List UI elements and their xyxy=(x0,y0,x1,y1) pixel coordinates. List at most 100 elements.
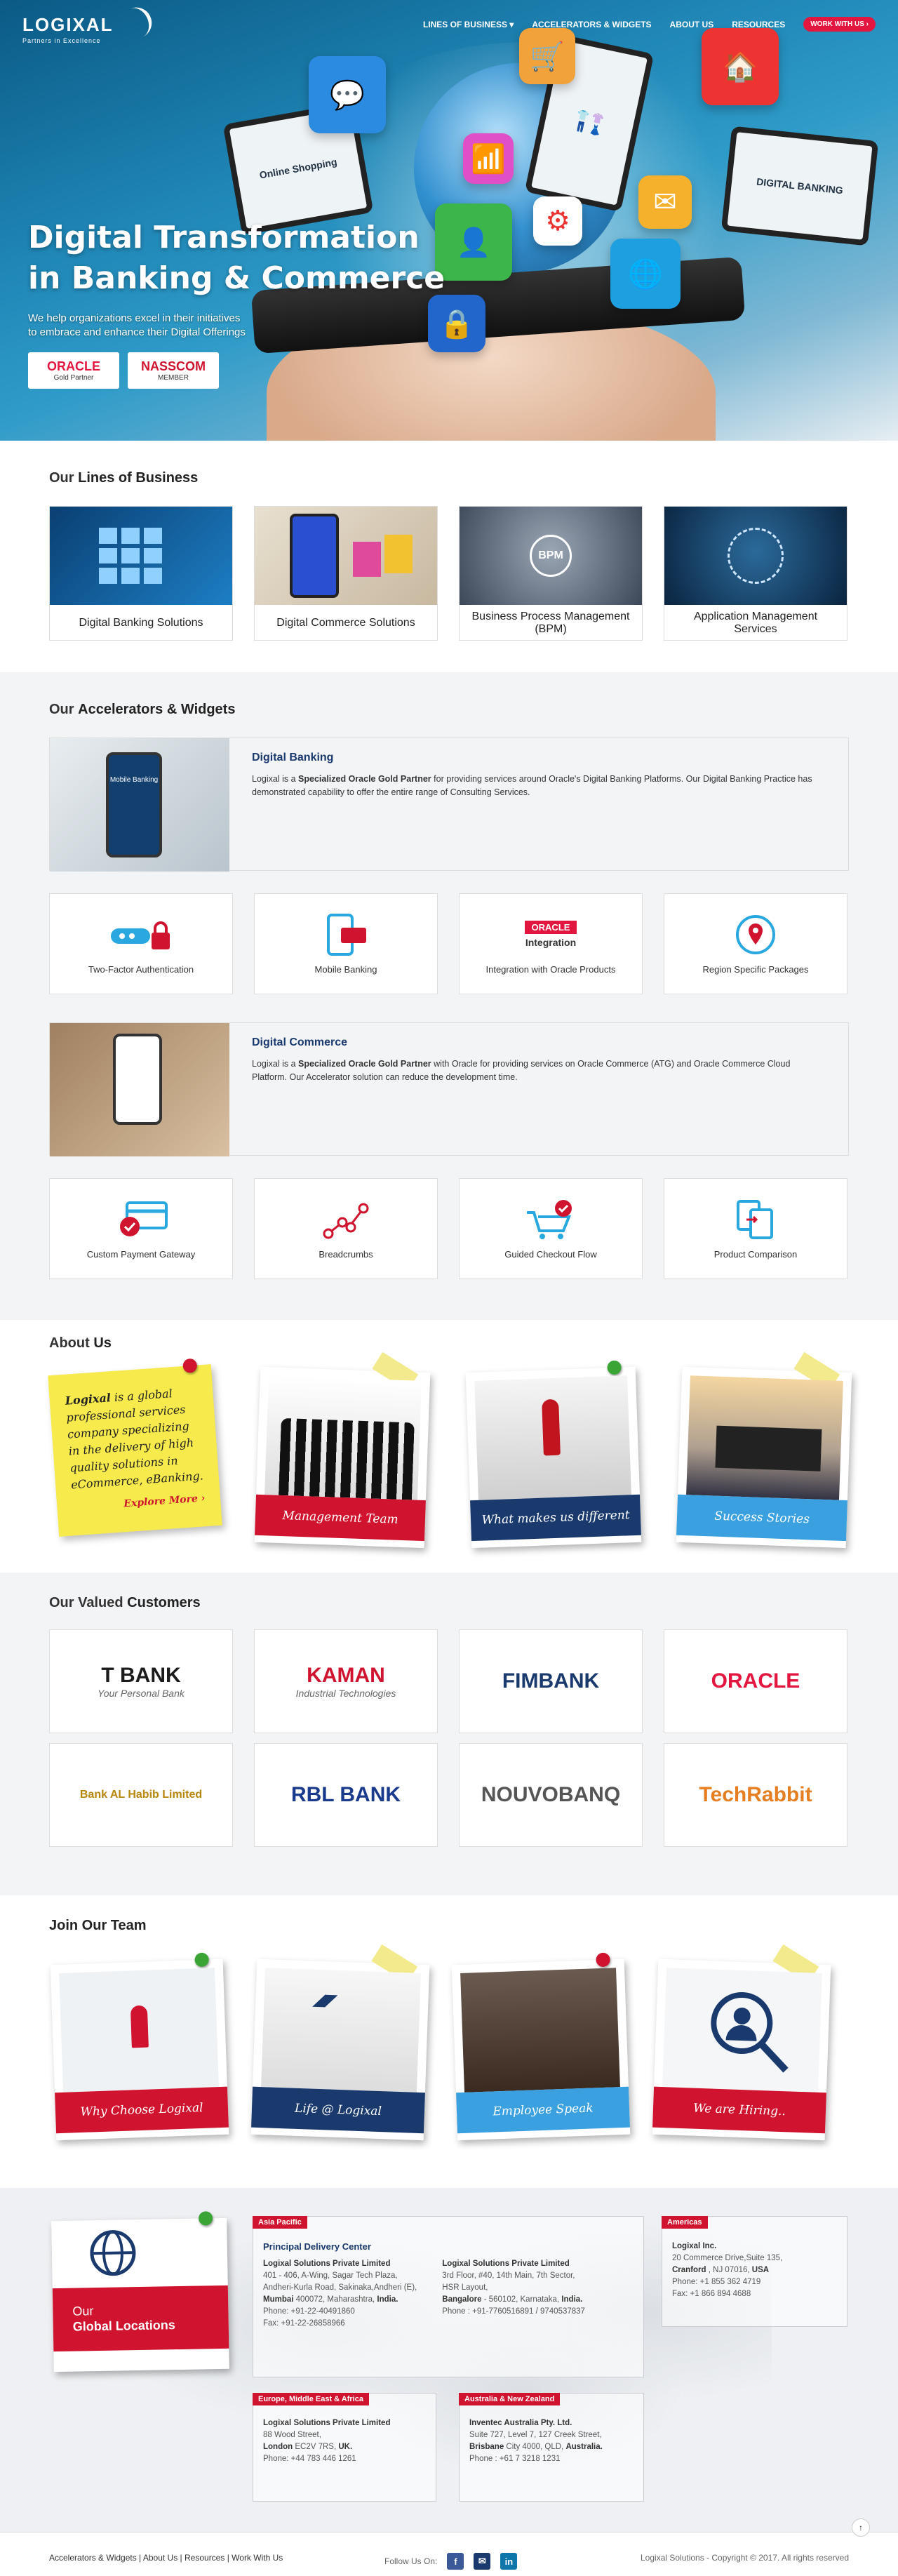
pushpin-icon xyxy=(596,1952,610,1968)
nav-resources[interactable]: RESOURCES xyxy=(732,20,785,29)
lob-card-digital-commerce[interactable]: Digital Commerce Solutions xyxy=(254,506,438,641)
about-section: About Us Logixal is a global professiona… xyxy=(0,1320,898,1573)
work-with-us-button[interactable]: WORK WITH US › xyxy=(803,17,876,32)
digital-commerce-image xyxy=(255,507,437,605)
mobile-card-icon xyxy=(321,913,370,956)
section-title: About Us xyxy=(49,1335,112,1351)
pushpin-icon xyxy=(607,1360,622,1375)
nav-lines-of-business[interactable]: LINES OF BUSINESS ▾ xyxy=(423,20,514,29)
contact-app-icon: 👤 xyxy=(435,203,512,281)
office-logo-image: ◢◤ xyxy=(261,1968,421,2093)
accelerators-section: Our Accelerators & Widgets Mobile Bankin… xyxy=(0,672,898,1320)
customer-logos-grid: T BANK Your Personal Bank KAMAN Industrial … xyxy=(49,1629,849,1847)
footer-link-accelerators[interactable]: Accelerators & Widgets xyxy=(49,2553,137,2563)
customer-logo: ORACLE xyxy=(664,1629,847,1733)
global-locations-card: Our Global Locations xyxy=(51,2211,229,2373)
pushpin-icon xyxy=(194,1952,209,1968)
copyright-text: Logixal Solutions - Copyright © 2017. Al… xyxy=(641,2553,849,2563)
section-title: Our Accelerators & Widgets xyxy=(49,702,236,717)
customer-logo: NOUVOBANQ xyxy=(459,1743,643,1847)
hiring-magnifier-image xyxy=(662,1968,822,2093)
pushpin-icon xyxy=(198,2211,213,2226)
section-title: Our Lines of Business xyxy=(49,470,199,486)
main-menu: LINES OF BUSINESS ▾ ACCELERATORS & WIDGE… xyxy=(423,17,876,32)
digital-banking-laptop: DIGITAL BANKING xyxy=(721,126,879,246)
oracle-integration-icon: ORACLE Integration xyxy=(524,921,577,948)
widget-product-comparison[interactable]: Product Comparison xyxy=(664,1178,847,1279)
customer-logo: RBL BANK xyxy=(254,1743,438,1847)
digital-commerce-feature: Digital Commerce Logixal is a Specialized… xyxy=(49,1022,849,1156)
digital-banking-feature: Mobile Banking Digital Banking Logixal is… xyxy=(49,738,849,872)
customers-section: Our Valued Customers T BANK Your Personal… xyxy=(0,1573,898,1895)
nav-about-us[interactable]: ABOUT US xyxy=(670,20,714,29)
why-choose-logixal-card[interactable]: Why Choose Logixal xyxy=(50,1952,229,2141)
wifi-app-icon: 📶 xyxy=(463,133,514,184)
lob-card-bpm[interactable]: BPM Business Process Management (BPM) xyxy=(459,506,643,641)
gear-app-icon: ⚙ xyxy=(533,196,582,246)
hero-text: Digital Transformation in Banking & Comme… xyxy=(28,218,445,389)
explore-more-link[interactable]: Explore More › xyxy=(72,1490,206,1516)
about-sticky-note: Logixal is a global professional service… xyxy=(48,1358,223,1537)
hero-title: Digital Transformation in Banking & Comme… xyxy=(28,220,445,296)
employee-speak-card[interactable]: Employee Speak xyxy=(451,1952,631,2141)
footer-link-about[interactable]: About Us xyxy=(143,2553,177,2563)
footer-links: Accelerators & Widgets | About Us | Reso… xyxy=(49,2553,283,2563)
widget-oracle-integration[interactable]: ORACLE Integration Integration with Oracle… xyxy=(459,893,643,994)
office-asia-pacific: Asia Pacific Principal Delivery Center L… xyxy=(253,2216,644,2377)
payment-card-icon xyxy=(113,1198,169,1241)
mail-app-icon: ✉ xyxy=(638,175,692,229)
customer-logo: Bank AL Habib Limited xyxy=(49,1743,233,1847)
back-to-top-button[interactable]: ↑ xyxy=(852,2518,870,2537)
widget-mobile-banking[interactable]: Mobile Banking xyxy=(254,893,438,994)
hero-banner: Online Shopping 👕 👚 👖 👗 DIGITAL BANKING 💬… xyxy=(0,0,898,441)
puzzle-sunset-image xyxy=(685,1375,843,1500)
success-stories-card[interactable]: Success Stories xyxy=(676,1352,852,1549)
lob-card-ams[interactable]: Application Management Services xyxy=(664,506,847,641)
footer-link-work-with-us[interactable]: Work With Us xyxy=(232,2553,283,2563)
social-links: Follow Us On: f ✉ in xyxy=(384,2553,518,2570)
management-team-card[interactable]: Management Team xyxy=(254,1352,431,1549)
global-locations-section: Our Global Locations Asia Pacific Princip… xyxy=(0,2188,898,2532)
people-network-image xyxy=(59,1968,219,2093)
widget-guided-checkout[interactable]: Guided Checkout Flow xyxy=(459,1178,643,1279)
customer-logo: FIMBANK xyxy=(459,1629,643,1733)
employees-group-image xyxy=(460,1968,620,2093)
office-emea: Europe, Middle East & Africa Logixal Sol… xyxy=(253,2393,436,2502)
linkedin-icon[interactable]: in xyxy=(500,2553,518,2570)
widget-region-packages[interactable]: Region Specific Packages xyxy=(664,893,847,994)
lines-of-business-section: Our Lines of Business Digital Banking So… xyxy=(0,441,898,672)
widget-two-factor-auth[interactable]: Two-Factor Authentication xyxy=(49,893,233,994)
lob-card-digital-banking[interactable]: Digital Banking Solutions xyxy=(49,506,233,641)
we-are-hiring-card[interactable]: We are Hiring.. xyxy=(652,1944,831,2141)
widget-breadcrumbs[interactable]: Breadcrumbs xyxy=(254,1178,438,1279)
section-title: Join Our Team xyxy=(49,1918,147,1933)
mobile-commerce-image xyxy=(50,1023,229,1156)
footer: ↑ Accelerators & Widgets | About Us | Re… xyxy=(0,2518,898,2576)
section-title: Our Valued Customers xyxy=(49,1595,201,1610)
compare-docs-icon xyxy=(731,1198,780,1241)
nav-accelerators-widgets[interactable]: ACCELERATORS & WIDGETS xyxy=(532,20,651,29)
email-icon[interactable]: ✉ xyxy=(474,2553,491,2570)
map-pin-icon xyxy=(735,913,777,956)
join-team-section: Join Our Team Why Choose Logixal ◢◤ Life… xyxy=(0,1895,898,2188)
magnifier-people-icon xyxy=(711,1991,789,2073)
top-navigation: LOGIXAL Partners in Excellence LINES OF … xyxy=(0,0,898,56)
office-bangalore: Logixal Solutions Private Limited 3rd Fl… xyxy=(442,2260,585,2316)
logixal-logo[interactable]: LOGIXAL Partners in Excellence xyxy=(22,2,157,48)
nasscom-member-badge: NASSCOM MEMBER xyxy=(128,352,219,389)
life-at-logixal-card[interactable]: ◢◤ Life @ Logixal xyxy=(250,1944,430,2141)
customer-logo: KAMAN Industrial Technologies xyxy=(254,1629,438,1733)
office-mumbai: Logixal Solutions Private Limited 401 - … xyxy=(263,2260,417,2328)
what-makes-us-different-card[interactable]: What makes us different xyxy=(465,1360,642,1549)
widget-custom-payment-gateway[interactable]: Custom Payment Gateway xyxy=(49,1178,233,1279)
office-australia-nz: Australia & New Zealand Inventec Austral… xyxy=(459,2393,644,2502)
breadcrumbs-icon xyxy=(321,1198,370,1241)
chess-image xyxy=(474,1375,631,1500)
key-lock-icon xyxy=(109,913,173,956)
team-silhouettes-image xyxy=(264,1375,422,1500)
globe-app-icon: 🌐 xyxy=(610,239,681,309)
facebook-icon[interactable]: f xyxy=(447,2553,464,2570)
mobile-banking-image: Mobile Banking xyxy=(50,738,229,872)
ams-image xyxy=(664,507,847,605)
footer-link-resources[interactable]: Resources xyxy=(185,2553,224,2563)
